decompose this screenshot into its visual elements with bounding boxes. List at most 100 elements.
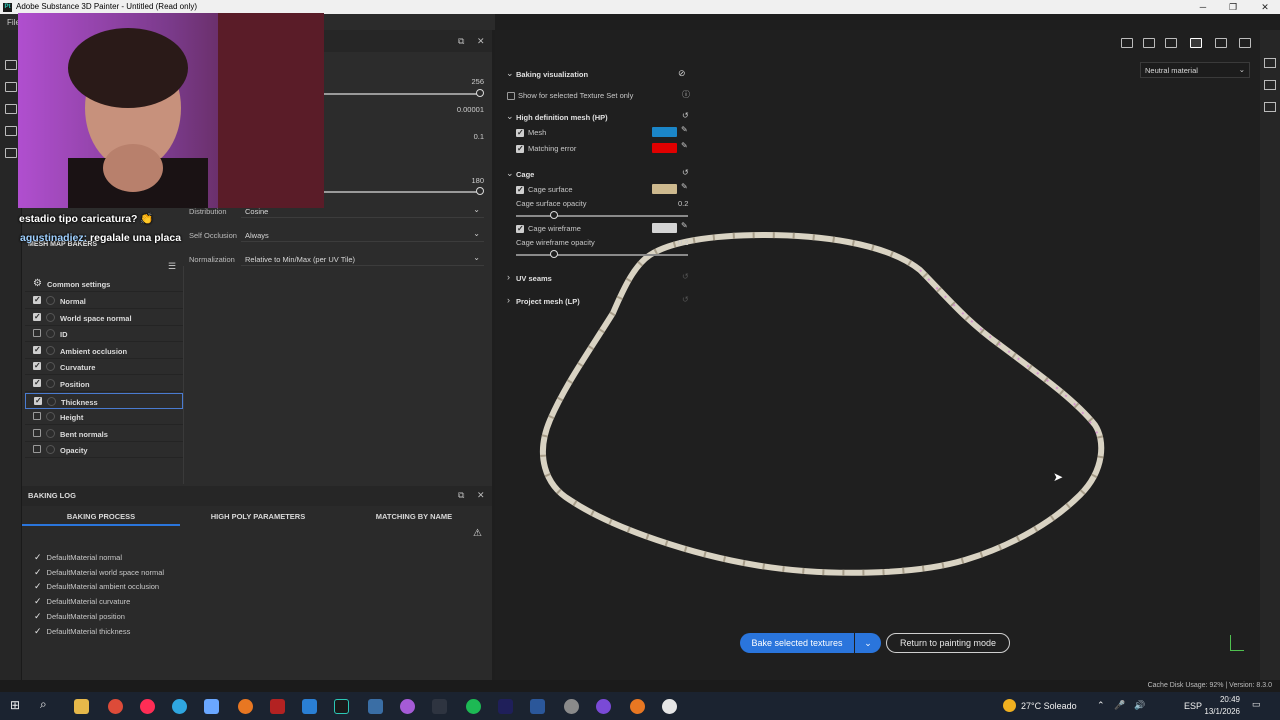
- close-panel-icon[interactable]: ✕: [477, 490, 485, 501]
- export-icon[interactable]: [5, 60, 17, 70]
- cage-surface-checkbox[interactable]: [516, 185, 524, 194]
- tray-chevron-icon[interactable]: ⌃: [1097, 700, 1105, 711]
- mesh-checkbox[interactable]: [516, 128, 524, 137]
- uv-seams-title[interactable]: UV seams: [516, 274, 552, 283]
- tab-baking-process[interactable]: BAKING PROCESS: [22, 508, 180, 526]
- app-icon[interactable]: [400, 699, 415, 714]
- clock-date[interactable]: 13/1/2026: [1200, 707, 1240, 716]
- baker-row[interactable]: World space normal: [25, 309, 183, 326]
- app-icon[interactable]: [270, 699, 285, 714]
- visibility-off-icon[interactable]: ⊘: [678, 68, 686, 79]
- reset-icon[interactable]: ↺: [682, 111, 689, 120]
- baker-row[interactable]: Thickness: [25, 392, 183, 409]
- bake-options-dropdown[interactable]: ⌄: [855, 633, 881, 653]
- baker-checkbox[interactable]: [34, 396, 42, 405]
- bake-selected-textures-button[interactable]: Bake selected textures: [740, 633, 854, 653]
- properties-icon[interactable]: [5, 126, 17, 136]
- baker-row[interactable]: Bent normals: [25, 425, 183, 442]
- screenshot-icon[interactable]: [1239, 38, 1251, 48]
- cage-surface-opacity-value[interactable]: 0.2: [678, 199, 688, 208]
- log-icon[interactable]: [1264, 102, 1276, 112]
- cage-surface-opacity-slider[interactable]: [516, 215, 688, 217]
- history-icon[interactable]: [1264, 80, 1276, 90]
- baker-checkbox[interactable]: [33, 378, 41, 387]
- cage-wireframe-checkbox[interactable]: [516, 224, 524, 233]
- cage-surface-opacity-knob[interactable]: [550, 211, 558, 219]
- obs-icon[interactable]: [662, 699, 677, 714]
- blender-icon[interactable]: [630, 699, 645, 714]
- baker-row[interactable]: Height: [25, 409, 183, 426]
- bake-mode-icon[interactable]: [1190, 38, 1202, 48]
- word-icon[interactable]: [530, 699, 545, 714]
- float-panel-icon[interactable]: ⧉: [458, 490, 464, 501]
- notifications-icon[interactable]: ▭: [1252, 699, 1261, 710]
- baker-row[interactable]: Curvature: [25, 359, 183, 376]
- baker-checkbox[interactable]: [33, 345, 41, 354]
- edge-icon[interactable]: [172, 699, 187, 714]
- project-mesh-title[interactable]: Project mesh (LP): [516, 297, 580, 306]
- baker-checkbox[interactable]: [33, 312, 41, 321]
- eyedropper-icon[interactable]: ✎: [681, 221, 688, 230]
- baker-checkbox[interactable]: [33, 361, 41, 371]
- display-settings-icon[interactable]: [1121, 38, 1133, 48]
- weather-text[interactable]: 27°C Soleado: [1021, 701, 1077, 711]
- paint-mode-icon[interactable]: [1215, 38, 1227, 48]
- app-icon[interactable]: [204, 699, 219, 714]
- chevron-down-icon[interactable]: ⌄: [506, 68, 514, 79]
- baker-checkbox[interactable]: [33, 295, 41, 304]
- reset-icon[interactable]: ↺: [682, 295, 689, 304]
- return-to-painting-button[interactable]: Return to painting mode: [886, 633, 1010, 653]
- baker-row[interactable]: Opacity: [25, 442, 183, 459]
- blender-icon[interactable]: [238, 699, 253, 714]
- baker-checkbox[interactable]: [33, 445, 41, 454]
- eyedropper-icon[interactable]: ✎: [681, 182, 688, 191]
- close-button[interactable]: ✕: [1250, 0, 1280, 14]
- chevron-down-icon[interactable]: ⌄: [506, 168, 514, 179]
- eyedropper-icon[interactable]: ✎: [681, 141, 688, 150]
- cage-wireframe-color-swatch[interactable]: [652, 223, 677, 233]
- chevron-right-icon[interactable]: ›: [507, 272, 510, 282]
- max-distance-value[interactable]: 0.1: [422, 132, 484, 141]
- info-icon[interactable]: ⓘ: [682, 89, 690, 100]
- self-occlusion-dropdown[interactable]: Always ⌄: [241, 228, 484, 242]
- cage-wireframe-opacity-value[interactable]: 0.2: [678, 238, 688, 247]
- baker-checkbox[interactable]: [33, 428, 41, 437]
- texture-set-icon[interactable]: [5, 104, 17, 114]
- search-icon[interactable]: ⌕: [40, 697, 47, 712]
- tab-high-poly-parameters[interactable]: HIGH POLY PARAMETERS: [180, 508, 336, 526]
- reset-icon[interactable]: ↺: [682, 168, 689, 177]
- baker-checkbox[interactable]: [33, 329, 41, 338]
- shelf-icon[interactable]: [5, 148, 17, 158]
- maximize-button[interactable]: ❐: [1218, 0, 1248, 14]
- volume-icon[interactable]: 🔊: [1134, 700, 1145, 711]
- clock-time[interactable]: 20:49: [1206, 695, 1240, 704]
- substance-painter-icon[interactable]: [334, 699, 349, 714]
- close-panel-icon[interactable]: ✕: [477, 36, 485, 47]
- layers-icon[interactable]: [5, 82, 17, 92]
- show-selected-checkbox[interactable]: [507, 92, 515, 100]
- baker-row[interactable]: Position: [25, 376, 183, 392]
- shader-icon[interactable]: [1143, 38, 1155, 48]
- app-icon[interactable]: [596, 699, 611, 714]
- camera-icon[interactable]: [1165, 38, 1177, 48]
- cage-wireframe-opacity-slider[interactable]: [516, 254, 688, 256]
- app-icon[interactable]: [368, 699, 383, 714]
- display-icon[interactable]: [1264, 58, 1276, 68]
- baker-row[interactable]: ID: [25, 326, 183, 343]
- settings-icon[interactable]: [564, 699, 579, 714]
- spotify-icon[interactable]: [466, 699, 481, 714]
- bakers-menu-icon[interactable]: ☰: [168, 261, 176, 272]
- microphone-icon[interactable]: 🎤: [1114, 700, 1125, 711]
- chrome-icon[interactable]: [108, 699, 123, 714]
- photos-icon[interactable]: [302, 699, 317, 714]
- spread-angle-slider-knob[interactable]: [476, 187, 484, 195]
- warning-icon[interactable]: ⚠: [473, 528, 482, 539]
- app-icon[interactable]: [432, 699, 447, 714]
- normalization-dropdown[interactable]: Relative to Min/Max (per UV Tile) ⌄: [241, 252, 484, 266]
- file-explorer-icon[interactable]: [74, 699, 89, 714]
- chevron-right-icon[interactable]: ›: [507, 295, 510, 305]
- opera-icon[interactable]: [140, 699, 155, 714]
- cage-wireframe-opacity-knob[interactable]: [550, 250, 558, 258]
- after-effects-icon[interactable]: [498, 699, 513, 714]
- matching-error-color-swatch[interactable]: [652, 143, 677, 153]
